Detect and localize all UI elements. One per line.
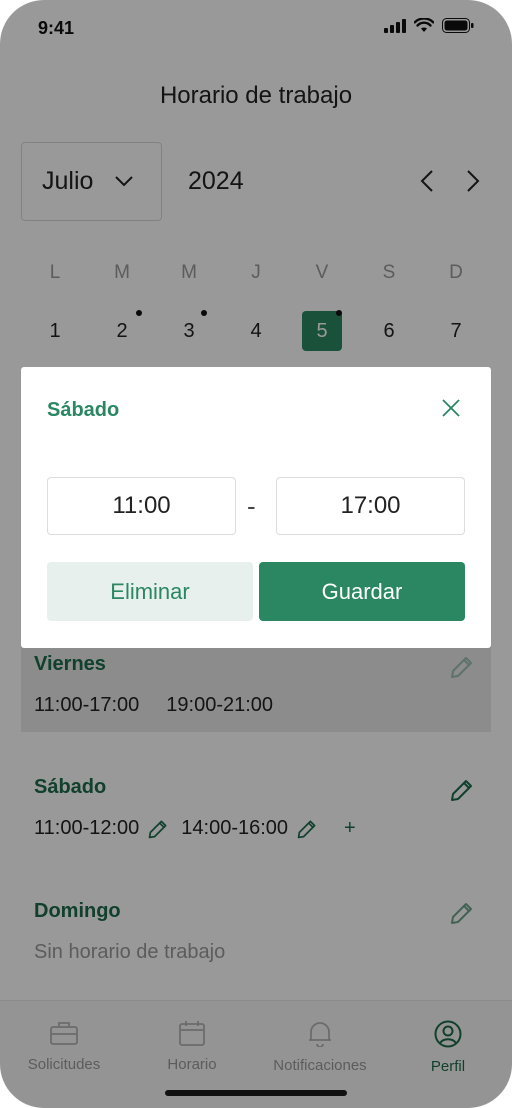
end-time-field[interactable]: 17:00: [276, 477, 465, 535]
save-button[interactable]: Guardar: [259, 562, 465, 621]
close-icon[interactable]: [442, 399, 460, 417]
start-time-field[interactable]: 11:00: [47, 477, 236, 535]
edit-schedule-modal: Sábado 11:00 - 17:00 Eliminar Guardar: [21, 367, 491, 648]
phone-screen: 9:41 Horario de trabajo Julio 2024 L M M…: [0, 0, 512, 1108]
time-separator: -: [247, 491, 256, 521]
modal-title: Sábado: [47, 399, 120, 421]
delete-button[interactable]: Eliminar: [47, 562, 253, 621]
home-indicator: [165, 1090, 347, 1096]
